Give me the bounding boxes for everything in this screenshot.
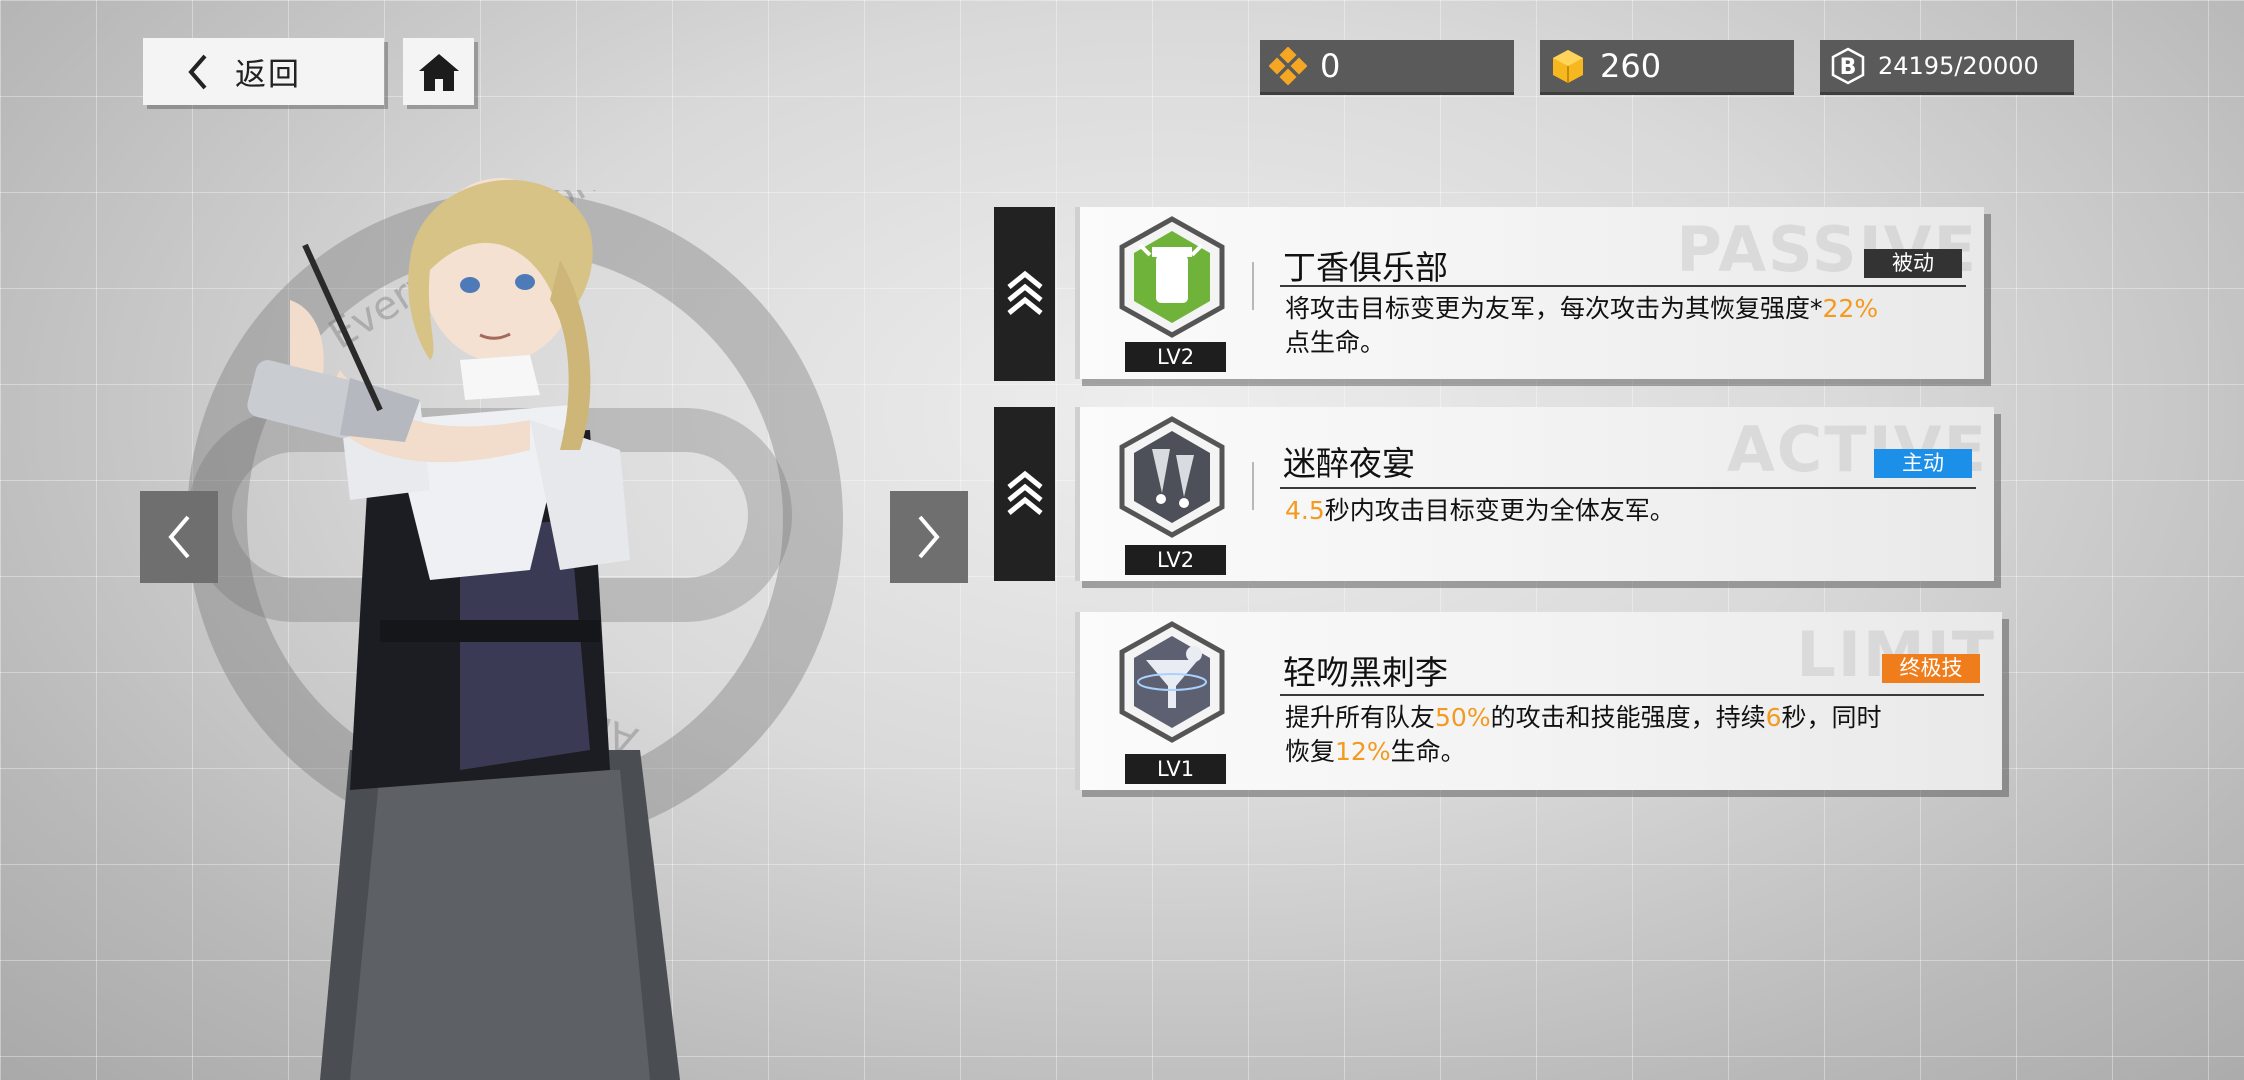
currency-bcoin-value: 24195/20000 xyxy=(1878,52,2039,80)
title-underline xyxy=(1280,487,1976,489)
skill-description: 将攻击目标变更为友军，每次攻击为其恢复强度*22% 点生命。 xyxy=(1285,292,1878,360)
currency-bcoin[interactable]: B 24195/20000 xyxy=(1820,40,2074,95)
desc-text: 生命。 xyxy=(1390,737,1466,766)
home-button[interactable] xyxy=(403,38,474,105)
gold-cube-icon xyxy=(1548,46,1588,86)
skill-title: 迷醉夜宴 xyxy=(1283,444,1415,483)
currency-gem-value: 0 xyxy=(1320,47,1341,85)
skill-level: LV2 xyxy=(1125,545,1226,575)
next-character-button[interactable] xyxy=(890,491,968,583)
b-coin-icon: B xyxy=(1828,46,1868,86)
back-button-label: 返回 xyxy=(235,57,301,93)
desc-highlight: 12% xyxy=(1335,737,1391,766)
skill-upgrade-button-2[interactable] xyxy=(994,407,1055,581)
home-icon xyxy=(418,53,459,91)
svg-text:B: B xyxy=(1840,55,1857,80)
divider xyxy=(1252,462,1254,510)
skill-level: LV1 xyxy=(1125,754,1226,784)
desc-text: 恢复 xyxy=(1285,737,1336,766)
skill-type-tag: 被动 xyxy=(1864,249,1962,278)
skill-card-2[interactable]: ACTIVE LV2 迷醉夜宴 主动 4.5秒内攻击目标变更为全体友军。 xyxy=(1075,407,1994,581)
desc-text: 提升所有队友 xyxy=(1285,703,1436,732)
desc-line: 点生命。 xyxy=(1285,326,1878,360)
skill-title: 轻吻黑刺李 xyxy=(1283,653,1448,692)
currency-gem[interactable]: 0 xyxy=(1260,40,1514,95)
chevron-left-icon xyxy=(168,515,190,559)
triple-chevron-up-icon xyxy=(1006,270,1043,315)
skill-card-3[interactable]: LIMIT LV1 轻吻黑刺李 终极技 提升所有队友50%的攻击和技能强度，持续… xyxy=(1075,612,2002,790)
skill-description: 提升所有队友50%的攻击和技能强度，持续6秒，同时 恢复12%生命。 xyxy=(1285,701,1882,769)
skill-upgrade-button-1[interactable] xyxy=(994,207,1055,381)
desc-text: 秒，同时 xyxy=(1781,703,1882,732)
desc-line: 将攻击目标变更为友军，每次攻击为其恢复强度*22% xyxy=(1285,292,1878,326)
desc-text: 点生命。 xyxy=(1285,328,1386,357)
prev-character-button[interactable] xyxy=(140,491,218,583)
desc-highlight: 22% xyxy=(1822,294,1879,323)
orange-gem-icon xyxy=(1268,46,1308,86)
desc-text: 将攻击目标变更为友军，每次攻击为其恢复强度* xyxy=(1285,294,1823,323)
shaker-skill-icon xyxy=(1119,216,1225,338)
skill-card-1[interactable]: PASSIVE LV2 丁香俱乐部 被动 将攻击目标变更为友军，每次攻击为其恢复… xyxy=(1075,207,1984,379)
cocktail-glasses-skill-icon xyxy=(1119,416,1225,538)
desc-text: 秒内攻击目标变更为全体友军。 xyxy=(1324,496,1675,525)
back-button[interactable]: 返回 xyxy=(143,38,384,105)
desc-line: 恢复12%生命。 xyxy=(1285,735,1882,769)
triple-chevron-up-icon xyxy=(1006,470,1043,515)
desc-highlight: 6 xyxy=(1765,703,1782,732)
skill-description: 4.5秒内攻击目标变更为全体友军。 xyxy=(1285,494,1675,528)
title-underline xyxy=(1280,694,1984,696)
desc-text: 的攻击和技能强度，持续 xyxy=(1490,703,1766,732)
desc-line: 4.5秒内攻击目标变更为全体友军。 xyxy=(1285,494,1675,528)
divider xyxy=(1252,262,1254,310)
currency-cube[interactable]: 260 xyxy=(1540,40,1794,95)
funnel-glass-skill-icon xyxy=(1119,621,1225,743)
skill-level: LV2 xyxy=(1125,342,1226,372)
desc-highlight: 4.5 xyxy=(1285,496,1325,525)
skill-title: 丁香俱乐部 xyxy=(1283,248,1448,287)
desc-line: 提升所有队友50%的攻击和技能强度，持续6秒，同时 xyxy=(1285,701,1882,735)
desc-highlight: 50% xyxy=(1435,703,1491,732)
title-underline xyxy=(1280,285,1966,287)
currency-cube-value: 260 xyxy=(1600,47,1662,85)
chevron-left-icon xyxy=(188,54,207,89)
chevron-right-icon xyxy=(918,515,940,559)
skill-type-tag: 主动 xyxy=(1874,449,1972,478)
skill-type-tag: 终极技 xyxy=(1882,654,1980,683)
character-portrait xyxy=(247,178,680,1080)
